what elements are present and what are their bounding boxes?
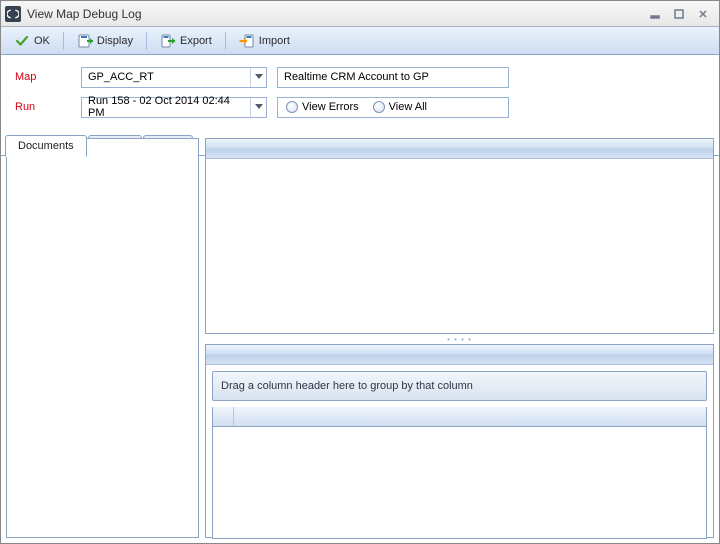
map-value: GP_ACC_RT (88, 71, 154, 83)
display-icon (77, 33, 93, 49)
chevron-down-icon (250, 98, 266, 117)
grid-body[interactable] (212, 427, 707, 539)
run-combo[interactable]: Run 158 - 02 Oct 2014 02:44 PM (81, 97, 267, 118)
grid-title-header[interactable] (206, 345, 713, 365)
import-button[interactable]: Import (232, 30, 297, 52)
grip-icon: • • • • (447, 335, 472, 344)
grid-column-header[interactable] (212, 407, 707, 427)
maximize-button[interactable] (669, 5, 689, 23)
view-all-label: View All (389, 101, 427, 113)
grid-groupby-bar[interactable]: Drag a column header here to group by th… (212, 371, 707, 401)
view-errors-radio[interactable]: View Errors (286, 101, 359, 113)
radio-icon (286, 101, 298, 113)
map-combo[interactable]: GP_ACC_RT (81, 67, 267, 88)
map-description[interactable]: Realtime CRM Account to GP (277, 67, 509, 88)
chevron-down-icon (250, 68, 266, 87)
detail-header[interactable] (206, 139, 713, 159)
ok-button[interactable]: OK (7, 30, 57, 52)
check-icon (14, 33, 30, 49)
export-label: Export (180, 35, 212, 47)
display-button[interactable]: Display (70, 30, 140, 52)
run-label: Run (15, 101, 71, 113)
close-button[interactable] (693, 5, 713, 23)
toolbar: OK Display Export Import (1, 27, 719, 55)
tree-panel[interactable] (6, 138, 199, 538)
export-button[interactable]: Export (153, 30, 219, 52)
run-value: Run 158 - 02 Oct 2014 02:44 PM (88, 95, 248, 119)
separator (146, 32, 147, 50)
tab-documents[interactable]: Documents (5, 135, 87, 157)
form-area: Map GP_ACC_RT Realtime CRM Account to GP… (1, 55, 719, 133)
main-area: • • • • Drag a column header here to gro… (6, 138, 714, 538)
map-desc-value: Realtime CRM Account to GP (284, 71, 429, 83)
window-title: View Map Debug Log (27, 7, 641, 21)
radio-icon (373, 101, 385, 113)
groupby-hint: Drag a column header here to group by th… (221, 380, 473, 392)
map-label: Map (15, 71, 71, 83)
view-errors-label: View Errors (302, 101, 359, 113)
import-label: Import (259, 35, 290, 47)
import-icon (239, 33, 255, 49)
display-label: Display (97, 35, 133, 47)
separator (225, 32, 226, 50)
view-all-radio[interactable]: View All (373, 101, 427, 113)
detail-panel (205, 138, 714, 334)
view-filter-group: View Errors View All (277, 97, 509, 118)
horizontal-splitter[interactable]: • • • • (205, 334, 714, 344)
separator (63, 32, 64, 50)
app-icon (5, 6, 21, 22)
grid-panel: Drag a column header here to group by th… (205, 344, 714, 538)
title-bar: View Map Debug Log (1, 1, 719, 27)
minimize-button[interactable] (645, 5, 665, 23)
export-icon (160, 33, 176, 49)
ok-label: OK (34, 35, 50, 47)
